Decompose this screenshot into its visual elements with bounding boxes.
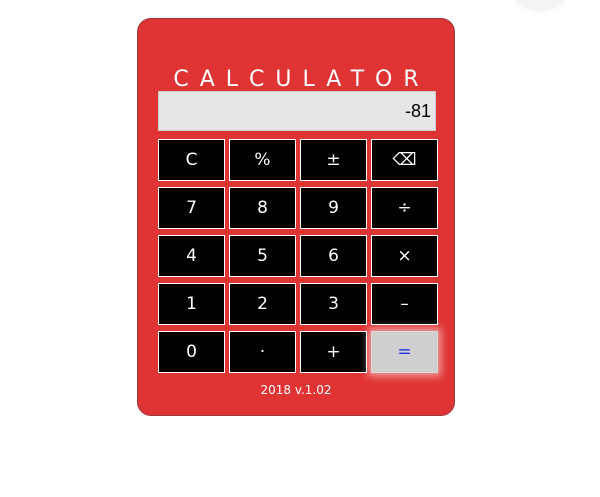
clear-button[interactable]: C — [158, 139, 225, 181]
display-value: -81 — [404, 100, 431, 121]
digit-9-button[interactable]: 9 — [300, 187, 367, 229]
divide-button[interactable]: ÷ — [371, 187, 438, 229]
keypad: C % ± ⌫ 7 8 9 ÷ 4 5 6 × 1 2 3 – 0 · + = — [158, 139, 438, 373]
add-button[interactable]: + — [300, 331, 367, 373]
digit-3-button[interactable]: 3 — [300, 283, 367, 325]
digit-6-button[interactable]: 6 — [300, 235, 367, 277]
calculator-display: -81 — [158, 91, 436, 131]
subtract-button[interactable]: – — [371, 283, 438, 325]
percent-button[interactable]: % — [229, 139, 296, 181]
calculator-panel: CALCULATOR -81 C % ± ⌫ 7 8 9 ÷ 4 5 6 × 1… — [137, 18, 455, 416]
digit-5-button[interactable]: 5 — [229, 235, 296, 277]
digit-1-button[interactable]: 1 — [158, 283, 225, 325]
digit-2-button[interactable]: 2 — [229, 283, 296, 325]
plus-minus-button[interactable]: ± — [300, 139, 367, 181]
digit-4-button[interactable]: 4 — [158, 235, 225, 277]
decimal-button[interactable]: · — [229, 331, 296, 373]
backspace-button[interactable]: ⌫ — [371, 139, 438, 181]
version-label: 2018 v.1.02 — [260, 383, 332, 397]
digit-8-button[interactable]: 8 — [229, 187, 296, 229]
calculator-title: CALCULATOR — [173, 67, 430, 92]
equals-button[interactable]: = — [371, 331, 438, 373]
digit-7-button[interactable]: 7 — [158, 187, 225, 229]
corner-decoration — [513, 0, 567, 10]
multiply-button[interactable]: × — [371, 235, 438, 277]
digit-0-button[interactable]: 0 — [158, 331, 225, 373]
